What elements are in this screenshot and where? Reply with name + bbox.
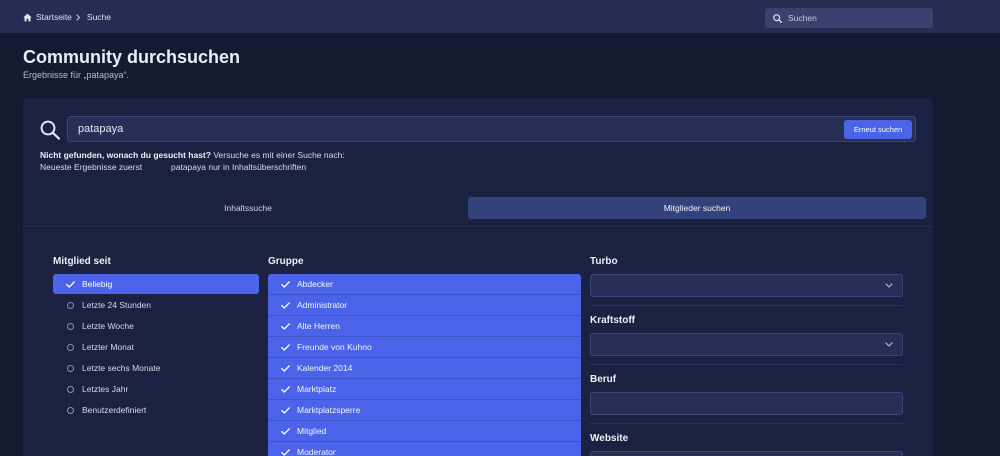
breadcrumb-home-link[interactable]: Startseite xyxy=(23,11,72,23)
kraftstoff-select[interactable] xyxy=(590,333,903,356)
field-divider xyxy=(590,305,903,306)
search-panel: Erneut suchen Nicht gefunden, wonach du … xyxy=(23,98,933,456)
group-heading: Gruppe xyxy=(268,256,304,267)
check-icon xyxy=(281,449,290,456)
option-label: Mitglied xyxy=(297,426,327,436)
group-option[interactable]: Moderator xyxy=(268,442,581,456)
check-icon xyxy=(281,323,290,330)
member-since-filter: Mitglied seit Beliebig Letzte 24 Stunden… xyxy=(53,255,259,421)
group-option[interactable]: Marktplatzsperre xyxy=(268,400,581,420)
member-since-option[interactable]: Letztes Jahr xyxy=(53,379,259,399)
top-bar: Startseite Suche xyxy=(0,0,1000,33)
group-option[interactable]: Kalender 2014 xyxy=(268,358,581,378)
option-label: Alte Herren xyxy=(297,321,340,331)
search-again-button[interactable]: Erneut suchen xyxy=(844,120,912,139)
suggestion-newest-link[interactable]: Neueste Ergebnisse zuerst xyxy=(40,162,142,173)
page-title: Community durchsuchen xyxy=(23,47,241,67)
field-divider xyxy=(590,364,903,365)
option-label: Kalender 2014 xyxy=(297,363,353,373)
radio-icon xyxy=(66,343,74,351)
radio-icon xyxy=(66,301,74,309)
header-search-input[interactable] xyxy=(765,8,933,28)
check-icon xyxy=(281,407,290,414)
hint-text: Versuche es mit einer Suche nach: xyxy=(213,150,345,160)
chevron-right-icon xyxy=(76,13,80,21)
chevron-down-icon xyxy=(885,342,893,347)
beruf-input[interactable] xyxy=(591,393,902,414)
profile-fields: Turbo Kraftstoff Beruf Website xyxy=(590,255,903,456)
search-hint: Nicht gefunden, wonach du gesucht hast? … xyxy=(40,150,345,161)
header-search xyxy=(765,8,933,28)
page: Startseite Suche Community durchsuchen E… xyxy=(0,0,1000,456)
search-icon xyxy=(40,120,61,140)
beruf-label: Beruf xyxy=(590,374,617,385)
group-option[interactable]: Alte Herren xyxy=(268,316,581,336)
member-since-heading: Mitglied seit xyxy=(53,256,111,267)
check-icon xyxy=(281,365,290,372)
website-field[interactable] xyxy=(590,451,903,456)
breadcrumb-label: Startseite xyxy=(36,12,72,22)
option-label: Letzter Monat xyxy=(82,342,134,352)
option-label: Abdecker xyxy=(297,279,333,289)
radio-icon xyxy=(66,385,74,393)
member-since-option[interactable]: Letzte sechs Monate xyxy=(53,358,259,378)
group-list: Abdecker Administrator Alte Herren Freun… xyxy=(268,274,581,456)
check-icon xyxy=(281,302,290,309)
check-icon xyxy=(281,428,290,435)
member-since-option[interactable]: Letzte Woche xyxy=(53,316,259,336)
group-option[interactable]: Mitglied xyxy=(268,421,581,441)
option-label: Moderator xyxy=(297,447,336,456)
member-since-option[interactable]: Benutzerdefiniert xyxy=(53,400,259,420)
turbo-select[interactable] xyxy=(590,274,903,297)
field-divider xyxy=(590,423,903,424)
search-query-box xyxy=(67,116,916,142)
tab-label: Mitglieder suchen xyxy=(663,203,731,213)
group-option[interactable]: Abdecker xyxy=(268,274,581,294)
option-label: Letzte sechs Monate xyxy=(82,363,161,373)
option-label: Beliebig xyxy=(82,279,113,289)
group-option[interactable]: Freunde von Kuhno xyxy=(268,337,581,357)
turbo-label: Turbo xyxy=(590,256,618,267)
kraftstoff-label: Kraftstoff xyxy=(590,315,635,326)
group-option[interactable]: Marktplatz xyxy=(268,379,581,399)
tab-member-search[interactable]: Mitglieder suchen xyxy=(468,197,926,219)
breadcrumb: Startseite Suche xyxy=(23,11,111,23)
breadcrumb-search-link[interactable]: Suche xyxy=(87,11,111,23)
member-since-option[interactable]: Beliebig xyxy=(53,274,259,294)
tab-divider xyxy=(23,226,933,227)
option-label: Letzte Woche xyxy=(82,321,134,331)
radio-icon xyxy=(66,322,74,330)
check-icon xyxy=(281,281,290,288)
website-label: Website xyxy=(590,433,629,444)
group-option[interactable]: Administrator xyxy=(268,295,581,315)
option-label: Benutzerdefiniert xyxy=(82,405,147,415)
suggestion-titles-only-link[interactable]: patapaya nur in Inhaltsüberschriften xyxy=(171,162,306,173)
hint-question: Nicht gefunden, wonach du gesucht hast? xyxy=(40,150,211,160)
radio-icon xyxy=(66,406,74,414)
breadcrumb-label: Suche xyxy=(86,12,112,22)
option-label: Freunde von Kuhno xyxy=(297,342,372,352)
chevron-down-icon xyxy=(885,283,893,288)
home-icon xyxy=(23,13,32,21)
option-label: Letztes Jahr xyxy=(82,384,129,394)
option-label: Marktplatzsperre xyxy=(297,405,361,415)
beruf-field xyxy=(590,392,903,415)
option-label: Administrator xyxy=(297,300,348,310)
page-subtitle: Ergebnisse für „patapaya“. xyxy=(23,70,130,80)
member-since-option[interactable]: Letzte 24 Stunden xyxy=(53,295,259,315)
check-icon xyxy=(281,344,290,351)
check-icon xyxy=(281,386,290,393)
tab-label: Inhaltssuche xyxy=(224,203,272,213)
option-label: Marktplatz xyxy=(297,384,337,394)
member-since-option[interactable]: Letzter Monat xyxy=(53,337,259,357)
radio-icon xyxy=(66,364,74,372)
option-label: Letzte 24 Stunden xyxy=(82,300,152,310)
check-icon xyxy=(66,281,75,288)
group-filter: Gruppe Abdecker Administrator Alte Herre… xyxy=(268,255,581,456)
tab-content-search[interactable]: Inhaltssuche xyxy=(33,197,463,219)
search-query-input[interactable] xyxy=(68,117,915,141)
